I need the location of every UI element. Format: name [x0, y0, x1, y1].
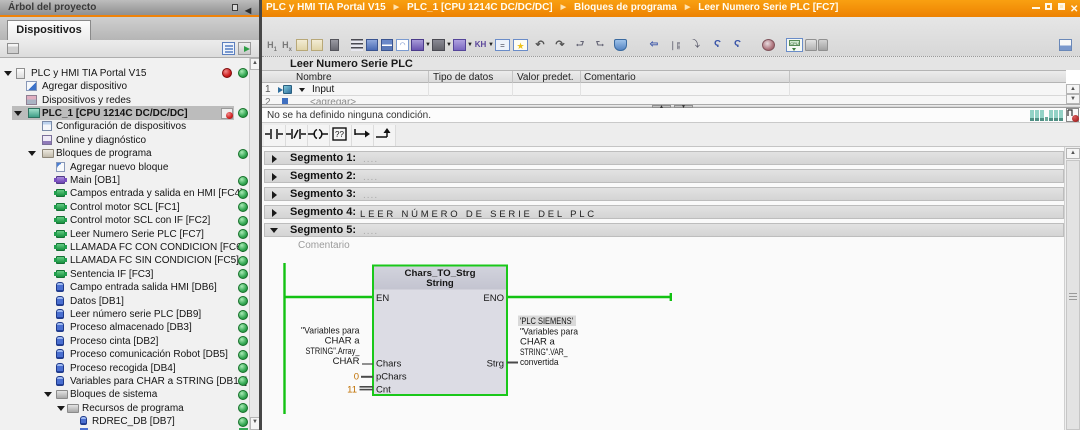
svg-text:Strg: Strg	[487, 359, 504, 370]
svg-text:pChars: pChars	[376, 372, 407, 383]
svg-text:convertida: convertida	[520, 357, 559, 368]
svg-text:EN: EN	[376, 293, 389, 304]
svg-text:Cnt: Cnt	[376, 385, 391, 396]
svg-text:0: 0	[354, 372, 359, 383]
svg-text:11: 11	[347, 385, 357, 396]
svg-text:Chars: Chars	[376, 359, 402, 370]
svg-text:ENO: ENO	[483, 293, 504, 304]
svg-text:CHAR: CHAR	[333, 356, 360, 367]
svg-text:String: String	[426, 278, 454, 289]
